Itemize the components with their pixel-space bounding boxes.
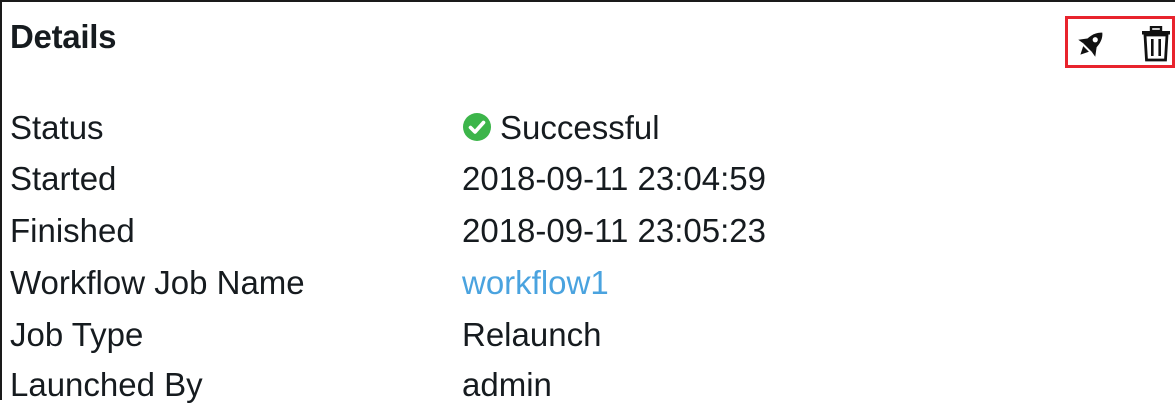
detail-row-started: Started 2018-09-11 23:04:59 bbox=[10, 157, 1170, 201]
check-circle-icon bbox=[463, 113, 491, 142]
status-text: Successful bbox=[500, 109, 660, 146]
details-panel: Details Status Successful Started 2018-0… bbox=[0, 0, 1175, 403]
delete-button[interactable] bbox=[1140, 25, 1172, 62]
finished-value: 2018-09-11 23:05:23 bbox=[462, 212, 766, 249]
detail-row-status: Status Successful bbox=[10, 106, 1170, 150]
launched-by-value: admin bbox=[462, 366, 552, 403]
started-value: 2018-09-11 23:04:59 bbox=[462, 160, 766, 197]
panel-title: Details bbox=[10, 18, 117, 55]
relaunch-button[interactable] bbox=[1073, 27, 1109, 61]
started-label: Started bbox=[10, 160, 117, 197]
workflow-job-link[interactable]: workflow1 bbox=[462, 261, 609, 305]
action-toolbar-highlight bbox=[1065, 16, 1175, 68]
rocket-icon bbox=[1078, 32, 1103, 57]
workflow-job-name-label: Workflow Job Name bbox=[10, 264, 305, 301]
detail-row-job-type: Job Type Relaunch bbox=[10, 313, 1170, 357]
status-value: Successful bbox=[462, 106, 660, 150]
detail-row-launched-by: Launched By admin bbox=[10, 363, 1170, 407]
detail-row-finished: Finished 2018-09-11 23:05:23 bbox=[10, 209, 1170, 253]
detail-row-workflow-job-name: Workflow Job Name workflow1 bbox=[10, 261, 1170, 305]
launched-by-label: Launched By bbox=[10, 366, 203, 403]
job-type-label: Job Type bbox=[10, 316, 144, 353]
trash-icon bbox=[1142, 25, 1170, 62]
job-type-value: Relaunch bbox=[462, 316, 602, 353]
finished-label: Finished bbox=[10, 212, 135, 249]
status-label: Status bbox=[10, 109, 104, 146]
